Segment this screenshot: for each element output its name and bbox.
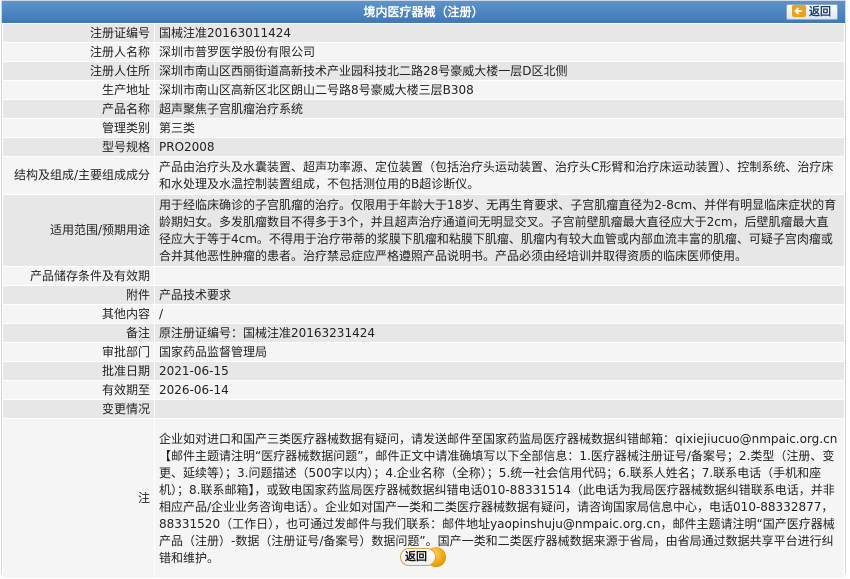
field-label: 产品名称 <box>2 99 155 119</box>
table-row: 产品名称 超声聚焦子宫肌瘤治疗系统 <box>2 99 845 119</box>
field-value: 2026-06-14 <box>154 380 845 400</box>
note-text: 企业如对进口和国产三类医疗器械数据有疑问，请发送邮件至国家药监局医疗器械数据纠错… <box>154 418 845 579</box>
field-label: 其他内容 <box>2 304 155 324</box>
detail-table: 注册证编号 国械注准20163011424 注册人名称 深圳市普罗医学股份有限公… <box>2 23 845 579</box>
field-value: 国械注准20163011424 <box>154 23 845 43</box>
note-label: 注 <box>2 418 155 579</box>
page-title-bar: 境内医疗器械（注册） 返回 <box>2 1 845 23</box>
back-button-bottom[interactable]: 返回 <box>400 546 446 568</box>
table-row: 有效期至 2026-06-14 <box>2 380 845 400</box>
field-label: 有效期至 <box>2 380 155 400</box>
table-row: 其他内容 / <box>2 304 845 324</box>
field-value: 超声聚焦子宫肌瘤治疗系统 <box>154 99 845 119</box>
field-label: 注册人住所 <box>2 61 155 81</box>
field-label: 产品储存条件及有效期 <box>2 266 155 286</box>
field-label: 批准日期 <box>2 361 155 381</box>
field-label: 生产地址 <box>2 80 155 100</box>
field-value: 国家药品监督管理局 <box>154 342 845 362</box>
back-button-top-label: 返回 <box>809 5 831 18</box>
field-label: 附件 <box>2 285 155 305</box>
field-label: 备注 <box>2 323 155 343</box>
table-row: 审批部门 国家药品监督管理局 <box>2 342 845 362</box>
table-row: 备注 原注册证编号：国械注准20163231424 <box>2 323 845 343</box>
table-row: 注册证编号 国械注准20163011424 <box>2 23 845 43</box>
table-row: 适用范围/预期用途 用于经临床确诊的子宫肌瘤的治疗。仅限用于年龄大于18岁、无再… <box>2 194 845 267</box>
back-button-bottom-label: 返回 <box>400 548 436 566</box>
table-row: 管理类别 第三类 <box>2 118 845 138</box>
arrow-left-icon <box>792 5 806 17</box>
table-row: 变更情况 <box>2 399 845 419</box>
field-label: 结构及组成/主要组成成分 <box>2 156 155 195</box>
field-value: 原注册证编号：国械注准20163231424 <box>154 323 845 343</box>
table-row: 注册人名称 深圳市普罗医学股份有限公司 <box>2 42 845 62</box>
table-row: 批准日期 2021-06-15 <box>2 361 845 381</box>
field-value: 用于经临床确诊的子宫肌瘤的治疗。仅限用于年龄大于18岁、无再生育要求、子宫肌瘤直… <box>154 194 845 267</box>
table-row: 产品储存条件及有效期 <box>2 266 845 286</box>
field-value: PRO2008 <box>154 137 845 157</box>
page-title: 境内医疗器械（注册） <box>363 5 484 19</box>
table-row: 附件 产品技术要求 <box>2 285 845 305</box>
field-label: 变更情况 <box>2 399 155 419</box>
field-value: 深圳市南山区高新区北区朗山二号路8号豪威大楼三层B308 <box>154 80 845 100</box>
field-value <box>154 266 845 286</box>
field-label: 注册人名称 <box>2 42 155 62</box>
field-label: 注册证编号 <box>2 23 155 43</box>
field-value: 深圳市南山区西丽街道高新技术产业园科技北二路28号豪威大楼一层D区北侧 <box>154 61 845 81</box>
field-label: 审批部门 <box>2 342 155 362</box>
table-row: 型号规格 PRO2008 <box>2 137 845 157</box>
table-row: 结构及组成/主要组成成分 产品由治疗头及水囊装置、超声功率源、定位装置（包括治疗… <box>2 156 845 195</box>
table-row: 注册人住所 深圳市南山区西丽街道高新技术产业园科技北二路28号豪威大楼一层D区北… <box>2 61 845 81</box>
field-label: 型号规格 <box>2 137 155 157</box>
field-label: 适用范围/预期用途 <box>2 194 155 267</box>
field-value: / <box>154 304 845 324</box>
page-container: 境内医疗器械（注册） 返回 注册证编号 国械注准20163011424 注册人名… <box>1 0 846 579</box>
field-value: 第三类 <box>154 118 845 138</box>
field-label: 管理类别 <box>2 118 155 138</box>
back-button-top[interactable]: 返回 <box>786 4 838 20</box>
field-value: 深圳市普罗医学股份有限公司 <box>154 42 845 62</box>
field-value: 产品由治疗头及水囊装置、超声功率源、定位装置（包括治疗头运动装置、治疗头C形臂和… <box>154 156 845 195</box>
table-row: 生产地址 深圳市南山区高新区北区朗山二号路8号豪威大楼三层B308 <box>2 80 845 100</box>
field-value <box>154 399 845 419</box>
field-value: 产品技术要求 <box>154 285 845 305</box>
field-value: 2021-06-15 <box>154 361 845 381</box>
